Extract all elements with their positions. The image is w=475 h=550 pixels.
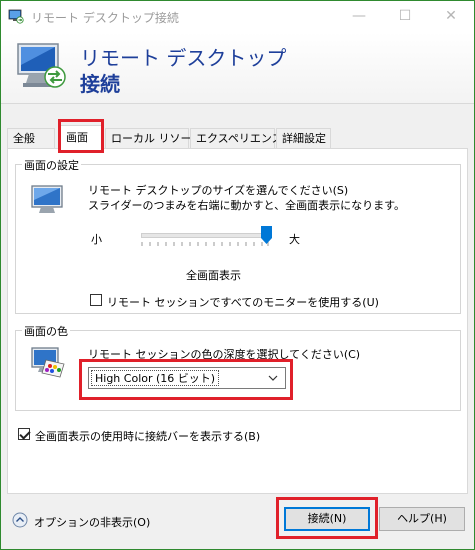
color-depth-description: リモート セッションの色の深度を選択してください(C) [88, 348, 361, 361]
display-size-description-line2: スライダーのつまみを右端に動かすと、全画面表示になります。 [88, 199, 406, 212]
group-display-settings-label: 画面の設定 [22, 157, 81, 173]
group-colors-label: 画面の色 [22, 323, 70, 339]
header-banner: リモート デスクトップ 接続 [1, 32, 474, 104]
slider-min-label: 小 [91, 233, 102, 246]
display-size-description-line1: リモート デスクトップのサイズを選んでください(S) [88, 184, 349, 197]
connection-bar-label[interactable]: 全画面表示の使用時に接続バーを表示する(B) [35, 428, 260, 444]
color-depth-selected-value: High Color (16 ビット) [91, 370, 220, 386]
color-palette-icon [31, 347, 65, 378]
tab-display[interactable]: 画面 [60, 125, 104, 150]
hide-options-link[interactable]: オプションの非表示(O) [34, 514, 150, 530]
display-size-readout: 全画面表示 [186, 269, 241, 282]
remote-desktop-icon [17, 43, 66, 88]
all-monitors-checkbox[interactable] [90, 294, 102, 306]
close-button[interactable]: ✕ [428, 1, 474, 31]
chevron-down-icon [268, 375, 278, 381]
remote-desktop-window: リモート デスクトップ接続 — ☐ ✕ リモート デスクトップ 接続 全般 画面… [0, 0, 475, 550]
tab-local-resources[interactable]: ローカル リソース [105, 128, 202, 149]
window-title: リモート デスクトップ接続 [31, 11, 179, 25]
slider-ticks [141, 242, 269, 246]
connection-bar-checkbox[interactable] [18, 428, 30, 440]
tab-general[interactable]: 全般 [7, 128, 55, 149]
banner-title-line1: リモート デスクトップ [80, 46, 287, 70]
remote-desktop-app-icon [8, 9, 24, 24]
tab-experience[interactable]: エクスペリエンス [190, 128, 283, 149]
chevron-up-circle-icon[interactable] [12, 512, 28, 528]
monitor-icon [31, 185, 63, 213]
title-bar[interactable]: リモート デスクトップ接続 — ☐ ✕ [1, 1, 474, 32]
help-button[interactable]: ヘルプ(H) [379, 507, 465, 531]
slider-thumb[interactable] [261, 226, 272, 244]
slider-max-label: 大 [289, 233, 300, 246]
color-depth-select[interactable]: High Color (16 ビット) [88, 367, 286, 389]
display-size-slider[interactable] [141, 233, 269, 238]
minimize-button[interactable]: — [336, 1, 382, 31]
banner-title-line2: 接続 [80, 72, 120, 96]
tab-advanced[interactable]: 詳細設定 [276, 128, 331, 149]
connect-button[interactable]: 接続(N) [284, 507, 370, 531]
maximize-button[interactable]: ☐ [382, 1, 428, 31]
all-monitors-label[interactable]: リモート セッションですべてのモニターを使用する(U) [107, 294, 379, 310]
tab-panel-display: 画面の設定 リモート デスクトップのサイズを選んでください(S) スライダーのつ… [7, 148, 468, 494]
